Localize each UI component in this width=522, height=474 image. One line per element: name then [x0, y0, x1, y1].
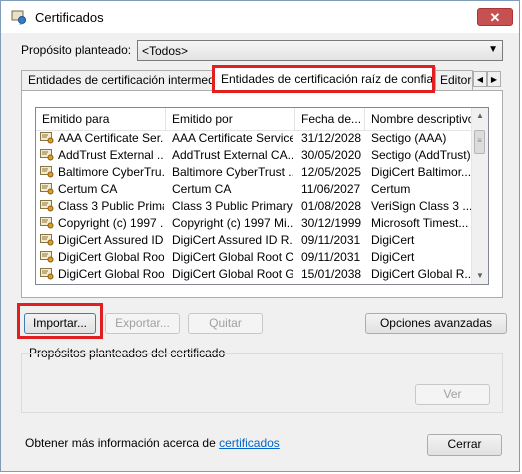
cell-expiration: 31/12/2028 [301, 131, 362, 145]
cell-issued-by: DigiCert Global Root G2 [172, 267, 293, 281]
scroll-up-icon[interactable]: ▲ [472, 108, 488, 124]
table-row[interactable]: DigiCert Global Roo... DigiCert Global Ro… [36, 266, 474, 283]
purpose-label: Propósito planteado: [21, 43, 132, 57]
more-info-label: Obtener más información acerca de [25, 436, 220, 450]
tab-publishers[interactable]: Editores [435, 70, 473, 90]
certificate-icon [40, 183, 54, 195]
certificate-icon [40, 234, 54, 246]
certificate-icon [40, 268, 54, 280]
cell-issued-by: DigiCert Assured ID R... [172, 233, 293, 247]
cell-issued-to: Certum CA [58, 182, 118, 196]
chevron-down-icon: ▼ [488, 44, 498, 55]
tab-scroll-left-icon[interactable]: ◀ [473, 71, 487, 87]
certificate-app-icon [11, 10, 26, 25]
tab-intermediate-cas[interactable]: Entidades de certificación intermedias [21, 70, 214, 90]
column-header-issued-to[interactable]: Emitido para [36, 108, 166, 130]
cell-friendly-name: DigiCert [371, 233, 415, 247]
certificate-icon [40, 200, 54, 212]
cell-issued-to: DigiCert Global Roo... [58, 267, 164, 281]
cell-friendly-name: DigiCert [371, 250, 415, 264]
remove-button[interactable]: Quitar [188, 313, 263, 334]
highlight-box-tab [212, 65, 435, 93]
cell-expiration: 15/01/2038 [301, 267, 362, 281]
cell-issued-to: DigiCert Assured ID... [58, 233, 164, 247]
cell-issued-by: AAA Certificate Services [172, 131, 293, 145]
cell-expiration: 09/11/2031 [301, 233, 361, 247]
cell-friendly-name: VeriSign Class 3 ... [371, 199, 472, 213]
cell-friendly-name: Sectigo (AAA) [371, 131, 447, 145]
list-rows: AAA Certificate Ser... AAA Certificate Se… [36, 130, 474, 283]
cell-expiration: 11/06/2027 [301, 182, 361, 196]
cell-expiration: 30/05/2020 [301, 148, 362, 162]
certificates-dialog: Certificados ✕ Propósito planteado: <Tod… [0, 0, 520, 472]
title-bar: Certificados ✕ [1, 1, 519, 33]
certificate-icon [40, 149, 54, 161]
close-icon: ✕ [489, 10, 501, 25]
cell-issued-by: Class 3 Public Primary ... [172, 199, 293, 213]
table-row[interactable]: Copyright (c) 1997 ... Copyright (c) 1997… [36, 215, 474, 232]
cell-friendly-name: Certum [371, 182, 411, 196]
certificates-link[interactable]: certificados [219, 436, 280, 450]
tab-scroll-right-icon[interactable]: ▶ [487, 71, 501, 87]
scroll-thumb[interactable]: ≡ [474, 130, 485, 154]
close-button[interactable]: Cerrar [427, 434, 502, 456]
table-row[interactable]: Class 3 Public Prima... Class 3 Public Pr… [36, 198, 474, 215]
purpose-dropdown[interactable]: <Todos> ▼ [137, 40, 503, 61]
tab-label: Entidades de certificación intermedias [28, 73, 214, 87]
cell-expiration: 01/08/2028 [301, 199, 362, 213]
cell-issued-to: DigiCert Global Roo... [58, 250, 164, 264]
highlight-box-import [17, 303, 103, 339]
table-row[interactable]: DigiCert Assured ID... DigiCert Assured I… [36, 232, 474, 249]
cell-friendly-name: Microsoft Timest... [371, 216, 469, 230]
view-button[interactable]: Ver [415, 384, 490, 405]
certificate-icon [40, 166, 54, 178]
cell-issued-by: Certum CA [172, 182, 232, 196]
certificate-icon [40, 132, 54, 144]
table-row[interactable]: AAA Certificate Ser... AAA Certificate Se… [36, 130, 474, 147]
certificate-list[interactable]: Emitido para Emitido por Fecha de... Nom… [35, 107, 489, 285]
cell-expiration: 30/12/1999 [301, 216, 362, 230]
table-row[interactable]: Certum CA Certum CA 11/06/2027 Certum [36, 181, 474, 198]
cell-friendly-name: DigiCert Baltimor... [371, 165, 472, 179]
export-button[interactable]: Exportar... [105, 313, 180, 334]
certificate-icon [40, 217, 54, 229]
vertical-scrollbar[interactable]: ▲ ≡ ▼ [471, 108, 488, 284]
column-header-issued-by[interactable]: Emitido por [166, 108, 295, 130]
table-row[interactable]: AddTrust External ... AddTrust External C… [36, 147, 474, 164]
table-row[interactable]: DigiCert Global Roo... DigiCert Global Ro… [36, 249, 474, 266]
more-info-text: Obtener más información acerca de certif… [25, 436, 280, 450]
table-row[interactable]: Baltimore CyberTru... Baltimore CyberTrus… [36, 164, 474, 181]
cell-friendly-name: DigiCert Global R... [371, 267, 472, 281]
purpose-selected-value: <Todos> [142, 44, 189, 58]
close-window-button[interactable]: ✕ [477, 8, 513, 26]
cell-friendly-name: Sectigo (AddTrust) [371, 148, 471, 162]
list-header: Emitido para Emitido por Fecha de... Nom… [36, 108, 474, 131]
cell-issued-to: Class 3 Public Prima... [58, 199, 164, 213]
tab-label: Editores [440, 73, 472, 87]
cell-issued-by: DigiCert Global Root CA [172, 250, 293, 264]
column-header-expiration[interactable]: Fecha de... [295, 108, 365, 130]
cell-issued-to: Copyright (c) 1997 ... [58, 216, 164, 230]
cell-issued-to: AAA Certificate Ser... [58, 131, 164, 145]
window-title: Certificados [35, 10, 104, 25]
cell-issued-to: AddTrust External ... [58, 148, 164, 162]
cell-expiration: 12/05/2025 [301, 165, 362, 179]
cell-expiration: 09/11/2031 [301, 250, 361, 264]
cell-issued-by: Baltimore CyberTrust ... [172, 165, 293, 179]
advanced-options-button[interactable]: Opciones avanzadas [365, 313, 507, 334]
scroll-down-icon[interactable]: ▼ [472, 268, 488, 284]
cell-issued-to: Baltimore CyberTru... [58, 165, 164, 179]
column-header-friendly-name[interactable]: Nombre descriptivo [365, 108, 474, 130]
certificate-icon [40, 251, 54, 263]
cell-issued-by: Copyright (c) 1997 Mi... [172, 216, 293, 230]
cell-issued-by: AddTrust External CA... [172, 148, 293, 162]
